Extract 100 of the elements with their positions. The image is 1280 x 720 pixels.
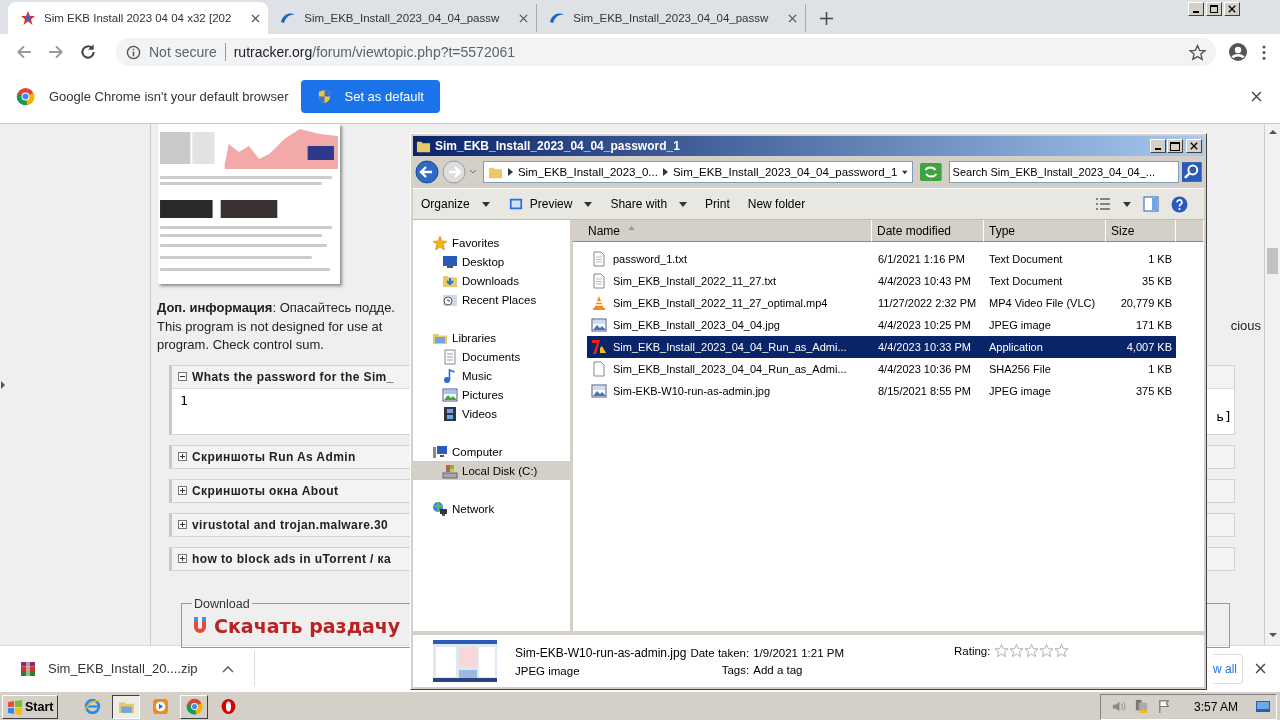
nav-item[interactable]: Recent Places [413,290,570,309]
restore-button[interactable] [1206,2,1222,16]
chevron-icon[interactable] [662,168,668,176]
nav-item[interactable]: Music [413,366,570,385]
close-button[interactable] [1186,139,1202,153]
breadcrumb[interactable]: Sim_EKB_Install_2023_0... [517,166,658,178]
search-field[interactable]: Search Sim_EKB_Install_2023_04_04_... [948,161,1180,183]
chevron-icon[interactable] [507,168,513,176]
file-row[interactable]: Sim_EKB_Install_2023_04_04_Run_as_Admi... 4/4/2023 10:33 PM Application 4,007 KB [587,336,1176,358]
browser-tab[interactable]: Sim_EKB_Install_2023_04_04_passw [537,4,807,32]
shield-icon [317,89,333,104]
download-link[interactable]: Скачать раздачу [214,614,401,637]
rating-stars[interactable] [994,643,1070,658]
dropdown-arrow-icon[interactable] [902,169,908,175]
tags-field[interactable]: Add a tag [753,663,844,676]
toolbar-button[interactable]: New folder [747,197,806,211]
magnet-icon[interactable] [192,615,208,636]
column-header[interactable]: Type [984,220,1106,242]
url-text: rutracker.org/forum/viewtopic.php?t=5572061 [233,44,516,60]
preview-pane-icon[interactable] [1143,196,1159,212]
refresh-button[interactable] [919,162,942,182]
file-row[interactable]: Sim-EKB-W10-run-as-admin.jpg 8/15/2021 8:55 PM JPEG image 375 KB [587,380,1176,402]
maximize-button[interactable] [1167,139,1183,153]
breadcrumb[interactable]: Sim_EKB_Install_2023_04_04_password_1 [672,166,898,178]
file-row[interactable]: password_1.txt 6/1/2021 1:16 PM Text Document 1 KB [587,248,1176,270]
nav-item[interactable]: Computer [413,442,570,461]
search-icon[interactable] [1182,162,1202,182]
music-note-icon [442,367,458,384]
infobar-message: Google Chrome isn't your default browser [49,89,289,104]
download-filename[interactable]: Sim_EKB_Install_20....zip [48,661,198,676]
file-row[interactable]: Sim_EKB_Install_2023_04_04_Run_as_Admi... 4/4/2023 10:36 PM SHA256 File 1 KB [587,358,1176,380]
view-options-icon[interactable] [1095,197,1111,211]
address-bar[interactable]: Not secure rutracker.org/forum/viewtopic.php?t=5572061 [116,38,1216,66]
cone-icon [591,295,607,311]
toolbar-button[interactable]: Preview [507,197,593,211]
info-text: Доп. информация: Опасайтесь подде. This program is not designed for use at program. Check control sum. [157,299,395,354]
spoiler-title: Скриншоты окна About [192,483,339,498]
text-file-icon [591,273,607,289]
expand-icon[interactable] [178,486,187,495]
browser-tab[interactable]: Sim EKB Install 2023 04 04 x32 [202 [8,2,269,34]
e-globe-icon [84,698,101,715]
new-tab-icon[interactable] [820,12,834,25]
nav-item[interactable]: Libraries [413,328,570,347]
menu-icon[interactable] [1262,44,1266,60]
nav-item[interactable]: Downloads [413,271,570,290]
set-default-button[interactable]: Set as default [301,80,440,113]
help-icon[interactable] [1171,195,1188,213]
start-button[interactable]: Start [2,694,59,719]
nav-item[interactable]: Network [413,499,570,518]
file-row[interactable]: Sim_EKB_Install_2022_11_27_optimal.mp4 11/27/2022 2:32 PM MP4 Video File (VLC) 20,779 KB [587,292,1176,314]
sort-arrow-icon [628,225,635,230]
close-icon[interactable] [788,13,798,23]
expand-icon[interactable] [178,554,187,563]
windows-flag-icon [7,698,23,715]
close-icon [1190,142,1198,150]
expand-icon[interactable] [178,452,187,461]
nav-item[interactable]: Documents [413,347,570,366]
column-header[interactable]: Name [573,220,872,242]
forward-icon[interactable] [47,43,65,61]
caret-icon[interactable] [1123,201,1131,207]
show-desktop-icon[interactable] [1254,698,1272,715]
close-icon[interactable] [1255,663,1266,674]
column-header[interactable]: Date modified [872,220,984,242]
toolbar-button[interactable]: Organize [421,197,490,211]
close-icon[interactable] [1251,91,1262,102]
flag-icon[interactable] [1156,699,1172,714]
address-field[interactable]: Sim_EKB_Install_2023_0... Sim_EKB_Install_2023_04_04_password_1 [482,161,913,183]
expand-icon[interactable] [178,520,187,529]
back-icon[interactable] [15,43,33,61]
browser-tab[interactable]: Sim_EKB_Install_2023_04_04_passw [268,4,538,32]
nav-item[interactable]: Pictures [413,385,570,404]
network-warning-icon[interactable] [1133,699,1149,714]
nav-item[interactable]: Videos [413,404,570,423]
profile-icon[interactable] [1228,42,1248,62]
close-button[interactable] [1224,2,1240,16]
nav-item[interactable]: Favorites [413,233,570,252]
minimize-button[interactable] [1188,2,1204,16]
bookmark-star-icon[interactable] [1189,43,1206,61]
caret-icon[interactable] [221,664,234,673]
close-icon[interactable] [251,13,261,23]
toolbar-button[interactable]: Share with [610,197,688,211]
caret-icon [481,201,490,207]
image-icon [442,386,458,403]
swoosh-icon [280,10,297,26]
close-icon[interactable] [519,13,529,23]
file-row[interactable]: Sim_EKB_Install_2022_11_27.txt 4/4/2023 10:43 PM Text Document 35 KB [587,270,1176,292]
show-all-button[interactable]: w all [1213,653,1243,684]
nav-item[interactable]: Local Disk (C:) [413,461,570,480]
back-button[interactable] [415,160,439,184]
reload-icon[interactable] [79,43,97,61]
scroll-thumb[interactable] [1267,248,1278,274]
minimize-button[interactable] [1150,139,1166,153]
nav-item[interactable]: Desktop [413,252,570,271]
spoiler-text: 1 [180,392,188,410]
column-header[interactable]: Size [1106,220,1176,242]
caret-icon [679,201,688,207]
file-row[interactable]: Sim_EKB_Install_2023_04_04.jpg 4/4/2023 10:25 PM JPEG image 171 KB [587,314,1176,336]
taskbar-app[interactable] [112,694,141,719]
toolbar-button[interactable]: Print [705,197,730,211]
collapse-icon[interactable] [178,372,187,381]
